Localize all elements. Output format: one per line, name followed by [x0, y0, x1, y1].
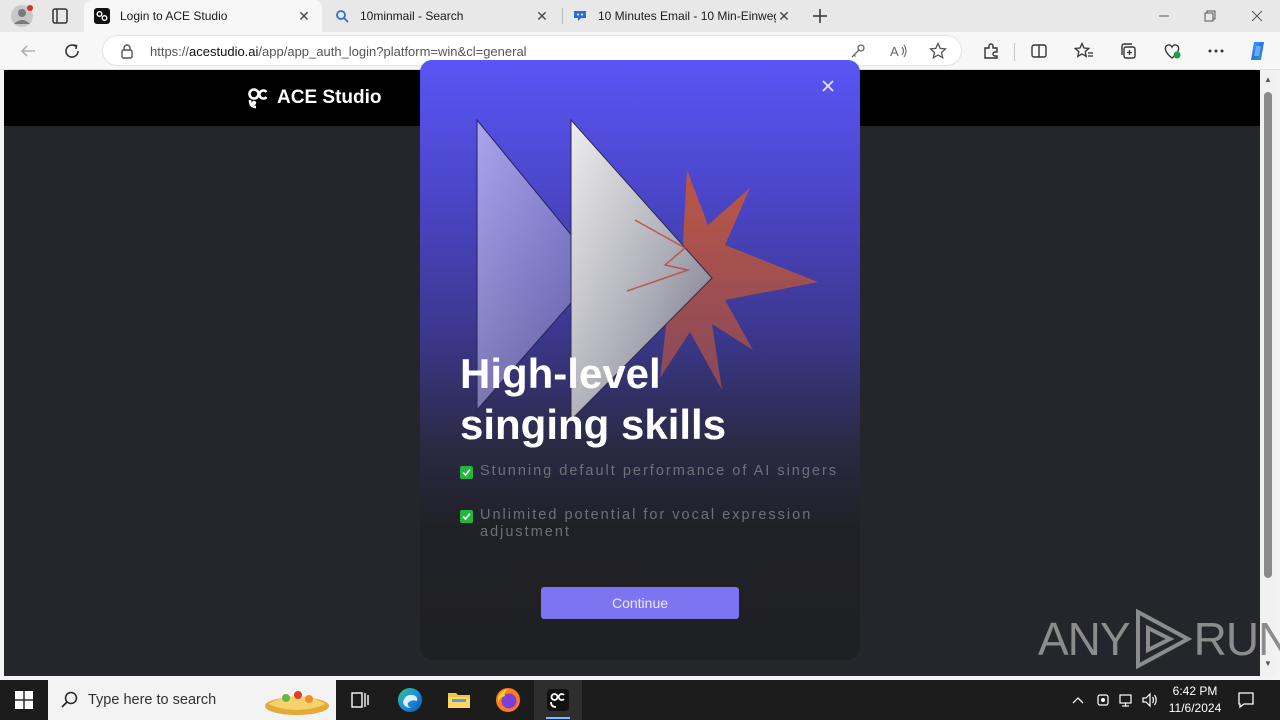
tab-close-icon[interactable]: ✕: [534, 8, 550, 24]
feature-text: Stunning default performance of AI singe…: [480, 463, 839, 479]
tab-title: Login to ACE Studio: [120, 9, 228, 23]
anyrun-watermark: ANY RUN: [1038, 608, 1280, 670]
close-window-icon[interactable]: [1234, 0, 1280, 32]
lock-icon[interactable]: [119, 43, 135, 59]
favorites-icon[interactable]: [1072, 39, 1096, 63]
file-explorer-icon[interactable]: [435, 680, 483, 720]
extensions-icon[interactable]: [979, 39, 1003, 63]
feature-text: Unlimited potential for vocal expression…: [480, 507, 813, 540]
clock-date: 11/6/2024: [1168, 701, 1222, 715]
windows-taskbar: Type here to search 6:42 PM 11/6/2024: [0, 680, 1280, 720]
headline-line-2: singing skills: [460, 401, 727, 448]
tab-title: 10 Minutes Email - 10 Min-Einweg-Mail: [598, 9, 776, 23]
watermark-text-left: ANY: [1038, 613, 1131, 665]
refresh-icon[interactable]: [60, 39, 84, 63]
tab-10-minutes-email[interactable]: 10 Minutes Email - 10 Min-Einweg-Mail ✕: [562, 0, 802, 32]
feature-item: Unlimited potential for vocal expression…: [460, 507, 840, 541]
password-key-icon[interactable]: [848, 41, 868, 61]
tab-close-icon[interactable]: ✕: [296, 8, 312, 24]
onboarding-modal: High-level singing skills Stunning defau…: [420, 60, 860, 660]
ace-studio-favicon-icon: [94, 8, 110, 24]
mail-favicon-icon: [572, 8, 588, 24]
minimize-icon[interactable]: [1141, 0, 1187, 32]
browser-essentials-icon[interactable]: [1160, 39, 1184, 63]
notification-center-icon[interactable]: [1236, 690, 1256, 710]
svg-text:A: A: [890, 44, 899, 59]
volume-icon[interactable]: [1140, 690, 1160, 710]
toolbar-divider: [1014, 43, 1015, 61]
search-highlight-image: [265, 691, 329, 715]
clock-time: 6:42 PM: [1172, 684, 1218, 698]
play-logo-icon: [1135, 608, 1192, 670]
collections-icon[interactable]: [1116, 39, 1140, 63]
ace-studio-logo[interactable]: ACE Studio: [247, 86, 382, 110]
search-icon: [61, 691, 78, 708]
url-scheme: https://: [150, 44, 190, 59]
watermark-text-right: RUN: [1193, 613, 1280, 665]
tab-10minmail-search[interactable]: 10minmail - Search ✕: [324, 0, 560, 32]
network-icon[interactable]: [1116, 690, 1136, 710]
search-icon: [334, 8, 350, 24]
continue-button[interactable]: Continue: [541, 587, 739, 619]
url-text[interactable]: https://acestudio.ai/app/app_auth_login?…: [150, 44, 527, 59]
scroll-up-icon[interactable]: ▲: [1264, 76, 1272, 84]
settings-more-icon[interactable]: [1204, 39, 1228, 63]
firefox-icon[interactable]: [484, 680, 532, 720]
ace-studio-logo-icon: [248, 88, 268, 109]
page-scrollbar[interactable]: ▲ ▼: [1260, 70, 1276, 676]
search-placeholder: Type here to search: [88, 692, 217, 708]
back-icon[interactable]: [16, 39, 40, 63]
tab-close-icon[interactable]: ✕: [776, 8, 792, 24]
task-view-icon[interactable]: [336, 680, 384, 720]
browser-tab-strip: Login to ACE Studio ✕ 10minmail - Search…: [0, 0, 1280, 32]
copilot-icon[interactable]: [1246, 39, 1270, 63]
modal-close-icon[interactable]: [818, 76, 838, 96]
tab-actions-icon[interactable]: [48, 6, 72, 26]
taskbar-clock[interactable]: 6:42 PM 11/6/2024: [1160, 683, 1230, 717]
favorite-star-icon[interactable]: [928, 41, 948, 61]
tab-ace-studio-login[interactable]: Login to ACE Studio ✕: [84, 0, 322, 32]
edge-icon[interactable]: [386, 680, 434, 720]
headline-line-1: High-level: [460, 350, 661, 397]
windows-start-icon[interactable]: [0, 680, 48, 720]
ace-studio-icon[interactable]: [534, 680, 582, 720]
tab-title: 10minmail - Search: [360, 9, 464, 23]
split-screen-icon[interactable]: [1027, 39, 1051, 63]
modal-headline: High-level singing skills: [460, 348, 820, 450]
check-mark-icon: [460, 510, 473, 523]
profile-avatar-icon[interactable]: [10, 4, 34, 28]
read-aloud-icon[interactable]: A: [889, 41, 909, 61]
url-host: acestudio.ai: [189, 44, 259, 59]
taskbar-search-box[interactable]: Type here to search: [48, 680, 336, 720]
show-hidden-icons-icon[interactable]: [1068, 690, 1088, 710]
feature-item: Stunning default performance of AI singe…: [460, 463, 840, 480]
new-tab-icon[interactable]: [808, 4, 832, 28]
check-mark-icon: [460, 466, 473, 479]
site-logo-text: ACE Studio: [277, 87, 382, 108]
scrollbar-thumb[interactable]: [1264, 92, 1272, 578]
network-device-icon[interactable]: [1093, 690, 1113, 710]
url-path: /app/app_auth_login?platform=win&cl=gene…: [258, 44, 527, 59]
restore-icon[interactable]: [1187, 0, 1233, 32]
